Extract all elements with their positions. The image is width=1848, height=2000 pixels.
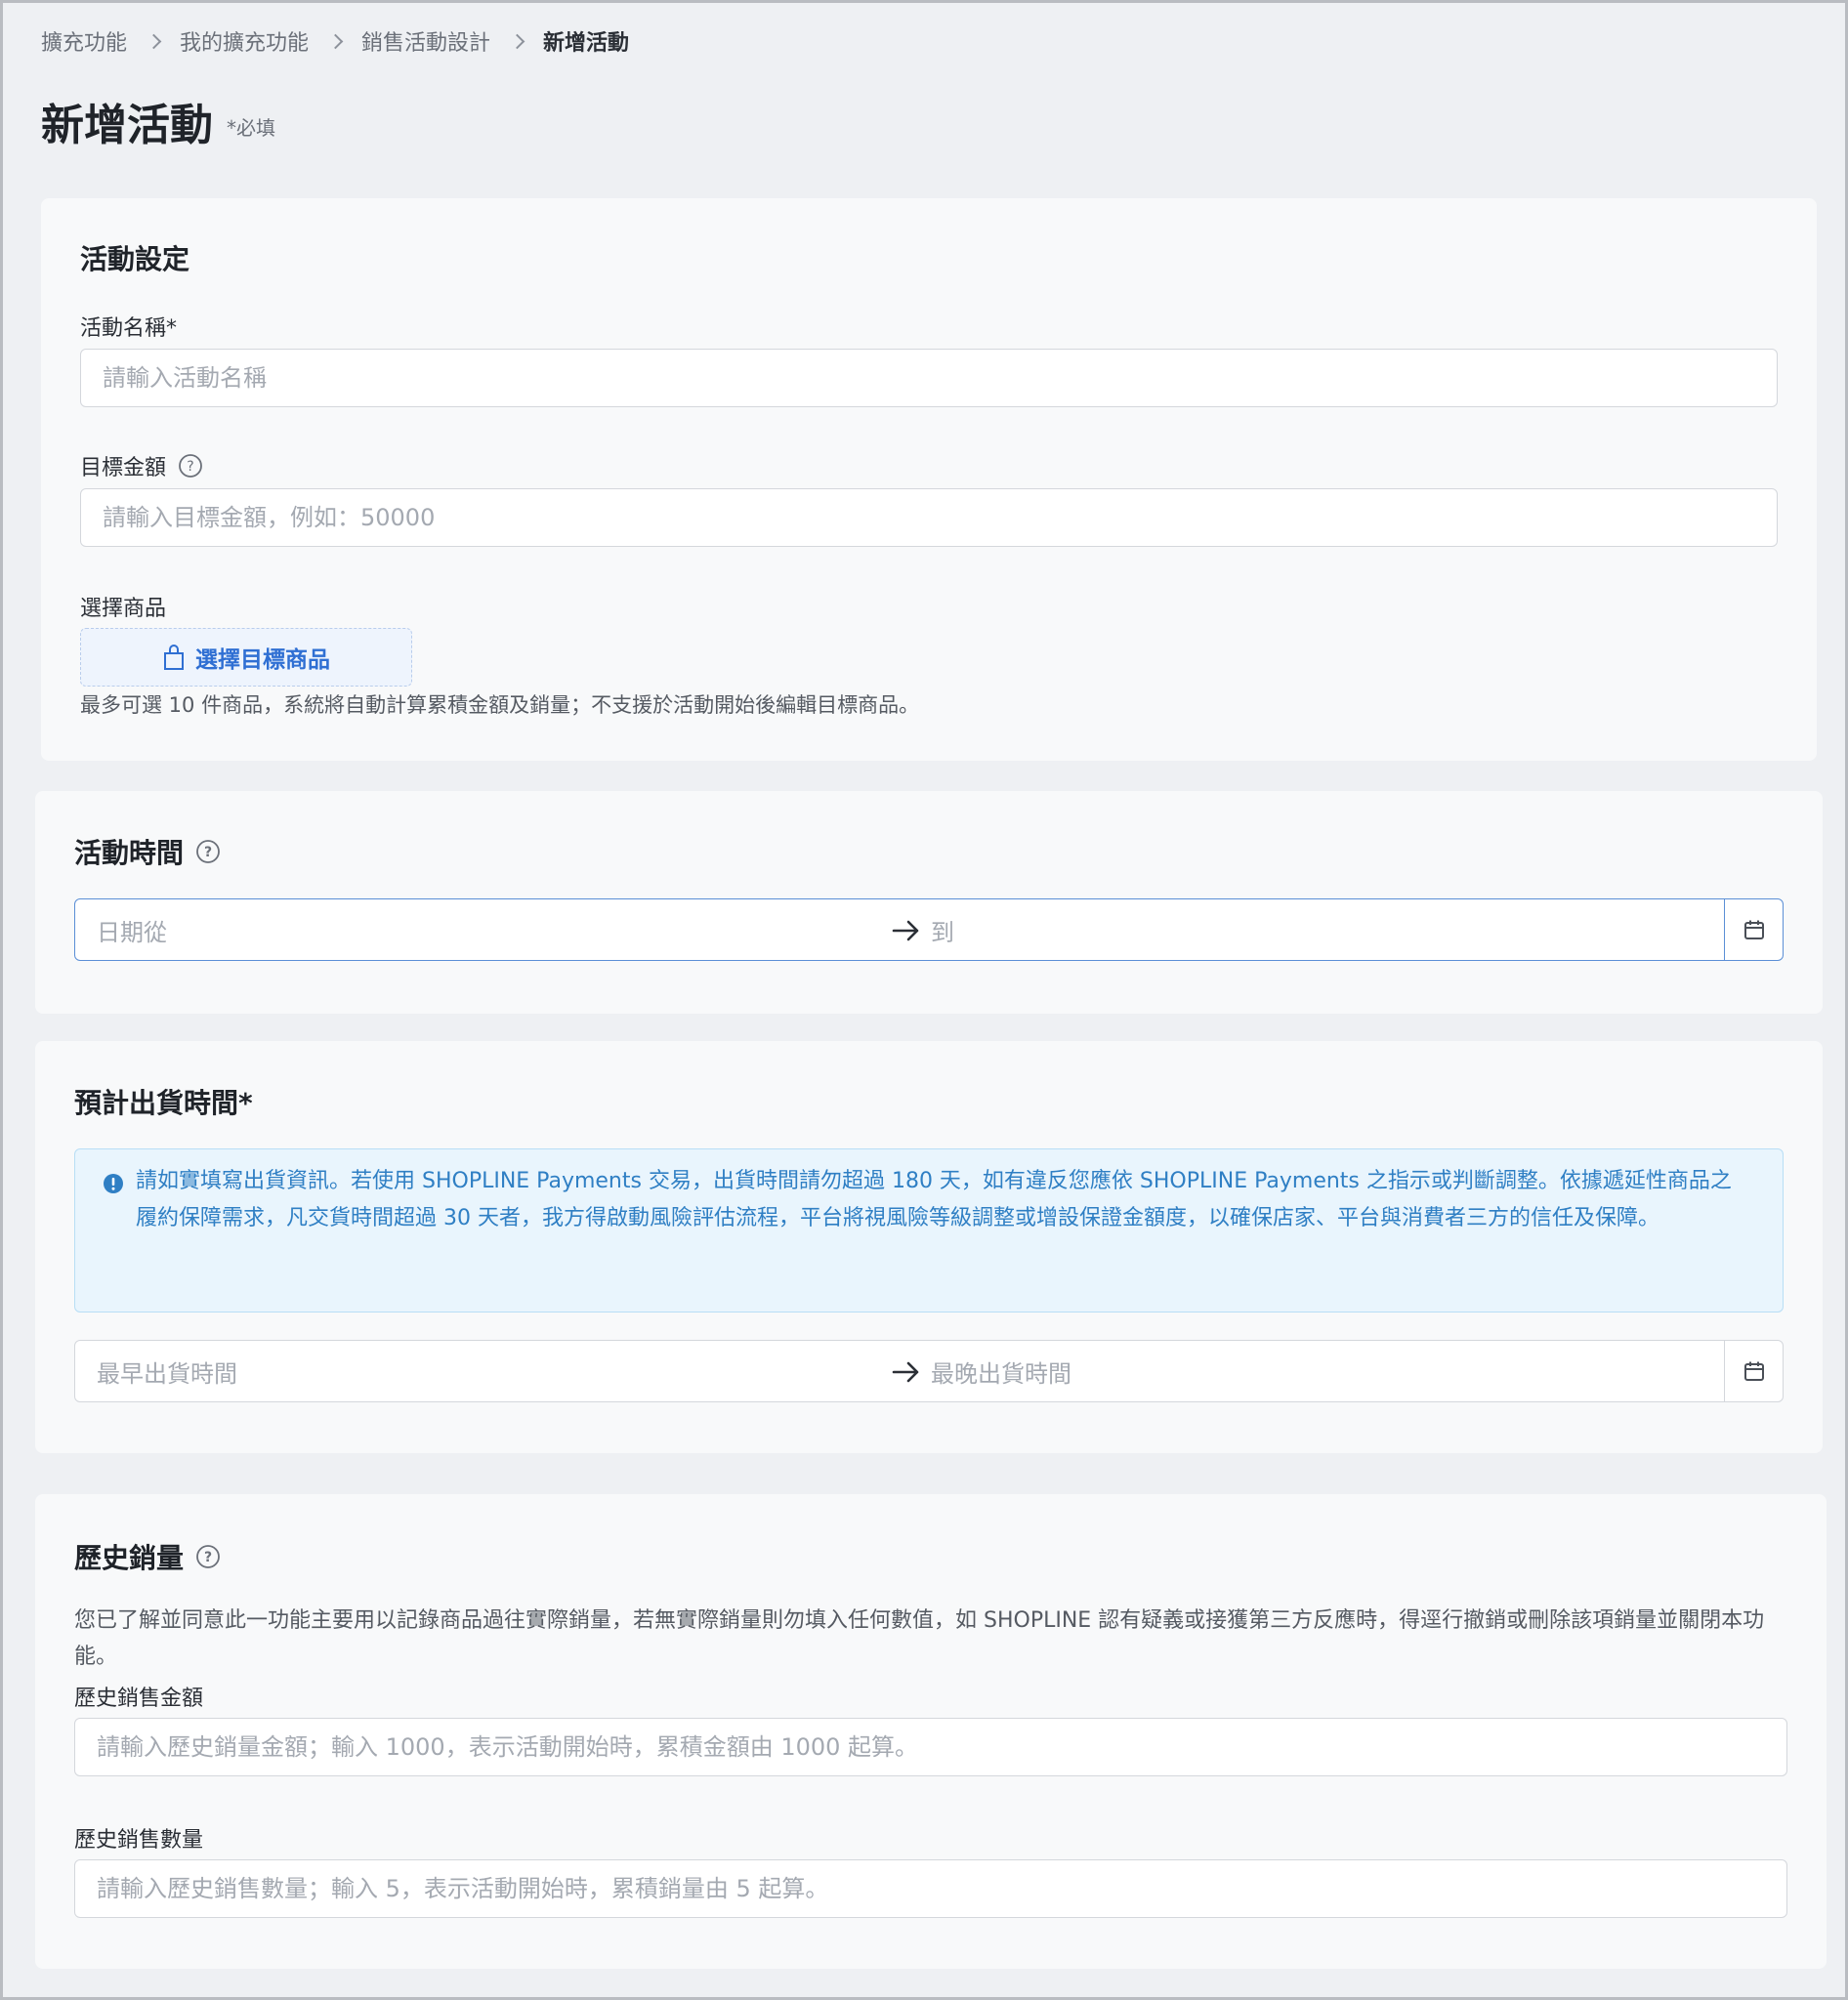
calendar-button[interactable] [1724, 1341, 1783, 1401]
history-amount-input[interactable] [74, 1718, 1787, 1776]
breadcrumb-current: 新增活動 [543, 31, 630, 56]
history-quantity-label: 歷史銷售數量 [74, 1828, 204, 1853]
breadcrumb-link-extensions[interactable]: 擴充功能 [41, 25, 127, 57]
arrow-right-icon [892, 1361, 919, 1383]
earliest-shipping-input[interactable]: 最早出貨時間 [97, 1341, 237, 1401]
shopping-bag-icon [164, 645, 184, 670]
calendar-button[interactable] [1724, 899, 1783, 960]
shipping-info-alert: 請如實填寫出貨資訊。若使用 SHOPLINE Payments 交易，出貨時間請… [74, 1148, 1784, 1312]
target-amount-label: 目標金額 ? [80, 450, 203, 481]
history-amount-label: 歷史銷售金額 [74, 1687, 204, 1711]
chevron-right-icon [320, 25, 350, 57]
target-amount-input[interactable] [80, 488, 1778, 547]
activity-time-title-text: 活動時間 [74, 837, 185, 869]
chevron-right-icon [502, 25, 531, 57]
select-product-label: 選擇商品 [80, 597, 167, 621]
info-icon [104, 1174, 123, 1193]
history-sales-title-text: 歷史銷量 [74, 1542, 185, 1574]
date-to-input[interactable]: 到 [931, 899, 954, 960]
select-target-products-button[interactable]: 選擇目標商品 [80, 628, 412, 687]
breadcrumb: 擴充功能 我的擴充功能 銷售活動設計 新增活動 [41, 25, 629, 57]
required-note: *必填 [227, 116, 275, 140]
calendar-icon [1743, 920, 1764, 939]
latest-shipping-input[interactable]: 最晚出貨時間 [931, 1341, 1071, 1401]
shipping-date-range-picker[interactable]: 最早出貨時間 最晚出貨時間 [74, 1340, 1784, 1402]
chevron-right-icon [139, 25, 168, 57]
history-sales-title: 歷史銷量 ? [74, 1537, 221, 1576]
page-header: 新增活動 *必填 [41, 98, 275, 154]
arrow-right-icon [892, 920, 919, 941]
breadcrumb-link-my-extensions[interactable]: 我的擴充功能 [180, 25, 309, 57]
history-quantity-input[interactable] [74, 1859, 1787, 1918]
activity-date-range-picker[interactable]: 日期從 到 [74, 898, 1784, 961]
page-title: 新增活動 [41, 101, 213, 150]
svg-text:?: ? [204, 1550, 212, 1565]
shipping-time-title: 預計出貨時間* [74, 1087, 253, 1119]
history-sales-description: 您已了解並同意此一功能主要用以記錄商品過往實際銷量，若無實際銷量則勿填入任何數值… [74, 1608, 1765, 1669]
breadcrumb-link-sales-campaign[interactable]: 銷售活動設計 [361, 25, 490, 57]
target-amount-label-text: 目標金額 [80, 456, 167, 480]
svg-text:?: ? [204, 845, 212, 860]
activity-name-label: 活動名稱* [80, 316, 178, 341]
shipping-notice-text: 請如實填寫出貨資訊。若使用 SHOPLINE Payments 交易，出貨時間請… [136, 1169, 1732, 1230]
calendar-icon [1743, 1361, 1764, 1381]
help-icon[interactable]: ? [178, 453, 203, 479]
select-target-products-label: 選擇目標商品 [195, 647, 330, 673]
product-selection-hint: 最多可選 10 件商品，系統將自動計算累積金額及銷量；不支援於活動開始後編輯目標… [80, 693, 920, 717]
help-icon[interactable]: ? [195, 839, 221, 864]
activity-time-title: 活動時間 ? [74, 832, 221, 871]
svg-text:?: ? [187, 459, 193, 475]
help-icon[interactable]: ? [195, 1544, 221, 1569]
activity-settings-title: 活動設定 [80, 243, 190, 275]
activity-name-input[interactable] [80, 349, 1778, 407]
date-from-input[interactable]: 日期從 [97, 899, 167, 960]
